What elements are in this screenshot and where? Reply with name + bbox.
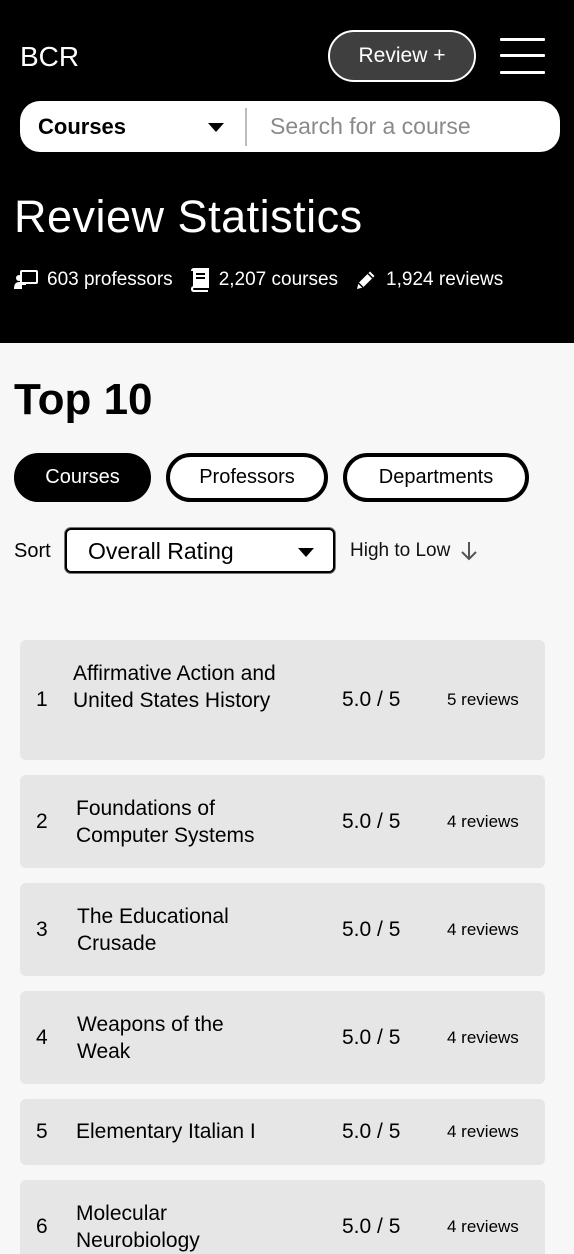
hamburger-icon[interactable]	[500, 38, 545, 74]
row-rating: 5.0 / 5	[342, 1215, 401, 1238]
row-rank: 1	[36, 688, 48, 711]
pencil-icon	[357, 271, 375, 289]
tab-professors[interactable]: Professors	[166, 453, 328, 502]
stat-reviews-label: 1,924 reviews	[386, 269, 504, 290]
teacher-icon	[14, 270, 38, 289]
stat-professors-label: 603 professors	[47, 269, 173, 290]
row-rating: 5.0 / 5	[342, 1120, 401, 1143]
row-review-count: 4 reviews	[447, 1217, 519, 1236]
top10-row[interactable]: 1 Affirmative Action and United States H…	[20, 640, 545, 760]
row-rank: 2	[36, 810, 48, 833]
row-course-name: Elementary Italian I	[76, 1120, 256, 1143]
row-review-count: 4 reviews	[447, 920, 519, 939]
row-course-name: Affirmative Action and United States His…	[73, 662, 276, 712]
row-rating: 5.0 / 5	[342, 688, 401, 711]
row-course-name: Foundations of Computer Systems	[76, 797, 255, 847]
sort-select-value: Overall Rating	[88, 538, 234, 564]
row-course-name: Molecular Neurobiology	[76, 1202, 200, 1252]
row-rating: 5.0 / 5	[342, 1026, 401, 1049]
chevron-down-icon	[208, 123, 224, 132]
row-rating: 5.0 / 5	[342, 810, 401, 833]
top10-row[interactable]: 6 Molecular Neurobiology 5.0 / 5 4 revie…	[20, 1180, 545, 1254]
row-rank: 5	[36, 1120, 48, 1143]
arrow-down-icon	[461, 542, 478, 561]
search-bar: Courses	[20, 101, 560, 152]
row-review-count: 4 reviews	[447, 812, 519, 831]
sort-order-toggle[interactable]: High to Low	[350, 538, 478, 564]
search-category-value: Courses	[38, 113, 127, 139]
top10-title: Top 10	[14, 375, 153, 424]
row-course-name: The Educational Crusade	[77, 905, 229, 955]
top10-row[interactable]: 4 Weapons of the Weak 5.0 / 5 4 reviews	[20, 991, 545, 1084]
top10-row[interactable]: 3 The Educational Crusade 5.0 / 5 4 revi…	[20, 883, 545, 976]
stat-courses-label: 2,207 courses	[218, 269, 339, 290]
row-review-count: 4 reviews	[447, 1028, 519, 1047]
tab-departments[interactable]: Departments	[343, 453, 529, 502]
sort-label: Sort	[14, 540, 51, 562]
row-rank: 3	[36, 918, 48, 941]
site-header: BCR Review + Courses Review Statistics 6…	[0, 0, 574, 343]
row-review-count: 5 reviews	[447, 690, 519, 709]
write-review-button[interactable]: Review +	[328, 30, 476, 82]
row-course-name: Weapons of the Weak	[77, 1013, 224, 1063]
stats-row: 603 professors 2,207 courses 1,924 revie…	[14, 266, 520, 294]
sort-order-label: High to Low	[350, 540, 451, 561]
top10-row[interactable]: 5 Elementary Italian I 5.0 / 5 4 reviews	[20, 1099, 545, 1165]
top10-row[interactable]: 2 Foundations of Computer Systems 5.0 / …	[20, 775, 545, 868]
search-divider	[245, 108, 247, 146]
stat-reviews: 1,924 reviews	[355, 269, 503, 291]
book-icon	[190, 268, 209, 292]
stat-professors: 603 professors	[14, 269, 173, 291]
row-rating: 5.0 / 5	[342, 918, 401, 941]
search-category-select[interactable]: Courses	[38, 101, 248, 152]
tab-courses[interactable]: Courses	[14, 453, 151, 502]
page-title: Review Statistics	[14, 191, 363, 242]
site-logo[interactable]: BCR	[20, 40, 79, 74]
sort-select[interactable]: Overall Rating	[65, 528, 335, 573]
stat-courses: 2,207 courses	[190, 268, 338, 292]
row-review-count: 4 reviews	[447, 1122, 519, 1141]
chevron-down-icon	[298, 548, 314, 557]
row-rank: 4	[36, 1026, 48, 1049]
search-input[interactable]	[270, 101, 550, 152]
row-rank: 6	[36, 1215, 48, 1238]
